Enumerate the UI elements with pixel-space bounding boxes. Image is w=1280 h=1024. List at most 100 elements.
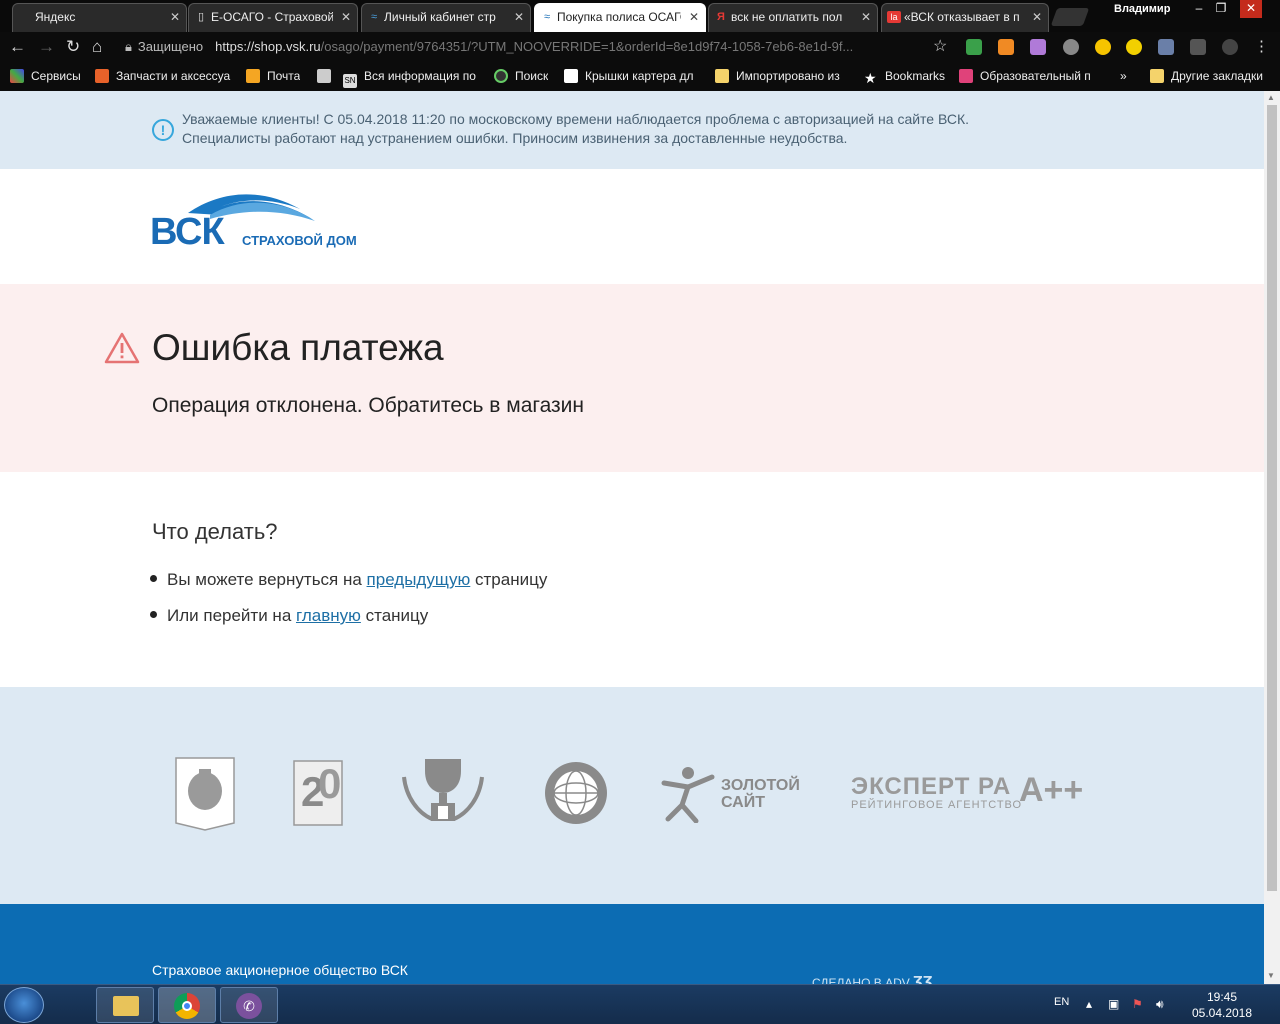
scrollbar-thumb[interactable]: [1267, 105, 1277, 891]
network-icon[interactable]: ▣: [1108, 997, 1119, 1011]
scroll-down-icon[interactable]: ▼: [1267, 971, 1275, 980]
reload-icon[interactable]: ↻: [66, 36, 80, 58]
url-host: https://shop.vsk.ru: [215, 39, 321, 54]
notice-line-1: Уважаемые клиенты! С 05.04.2018 11:20 по…: [182, 111, 970, 127]
mail-extension-icon[interactable]: [1158, 39, 1174, 55]
folder-icon: [113, 996, 139, 1016]
made-by-credit[interactable]: СДЕЛАНО В ADV ƷƷ: [812, 974, 933, 984]
restore-icon[interactable]: ❐: [1210, 0, 1232, 18]
chrome-taskbar-button[interactable]: [158, 987, 216, 1023]
option-text: станицу: [360, 606, 429, 625]
metro-icon[interactable]: [1126, 39, 1142, 55]
bookmark-services[interactable]: Сервисы: [10, 68, 81, 84]
made-by-text: СДЕЛАНО В ADV: [812, 976, 910, 984]
rating-badge: A++: [1019, 771, 1084, 809]
bookmark-computer[interactable]: [317, 68, 338, 84]
expert-ra-title: ЭКСПЕРТ РА: [851, 773, 1012, 800]
tab-yandex-search[interactable]: Я вск не оплатить пол ✕: [708, 3, 878, 32]
odnoklassniki-icon[interactable]: [998, 39, 1014, 55]
bookmark-mail[interactable]: Почта: [246, 68, 300, 84]
star-icon: ★: [864, 70, 877, 85]
show-hidden-icons[interactable]: ▴: [1086, 997, 1092, 1011]
parts-icon: [95, 69, 109, 83]
close-tab-icon[interactable]: ✕: [170, 4, 180, 30]
clock-date: 05.04.2018: [1191, 1006, 1253, 1020]
bookmark-parts[interactable]: Запчасти и аксессуа: [95, 68, 235, 84]
la-icon: la: [887, 11, 901, 23]
what-to-do-heading: Что делать?: [152, 519, 278, 544]
action-center-icon[interactable]: ⚑: [1132, 997, 1143, 1011]
error-message: Операция отклонена. Обратитесь в магазин: [152, 394, 585, 417]
tab-cabinet[interactable]: ≈ Личный кабинет стр ✕: [361, 3, 531, 32]
tab-purchase-osago[interactable]: ≈ Покупка полиса ОСАГО ✕: [534, 3, 706, 32]
close-tab-icon[interactable]: ✕: [689, 4, 699, 30]
tab-title: «ВСК отказывает в п: [904, 10, 1020, 24]
close-tab-icon[interactable]: ✕: [861, 4, 871, 30]
bookmark-crankcase[interactable]: Крышки картера дл: [564, 68, 704, 84]
forward-icon[interactable]: →: [38, 36, 55, 58]
option-go-home: Или перейти на главную станицу: [150, 605, 428, 627]
option-text: Или перейти на: [167, 606, 296, 625]
option-text: страницу: [470, 570, 548, 589]
golden-site-figure-icon: [661, 767, 715, 823]
windows-taskbar: ✆ EN ▴ ▣ ⚑ 🔊︎ 19:45 05.04.2018: [0, 984, 1280, 1024]
menu-icon[interactable]: ⋮: [1254, 36, 1269, 58]
bookmarks-bar: Сервисы Запчасти и аксессуа Почта SN Вся …: [0, 62, 1280, 91]
previous-page-link[interactable]: предыдущую: [367, 570, 471, 589]
home-icon[interactable]: ⌂: [92, 36, 102, 58]
weather-icon[interactable]: [1095, 39, 1111, 55]
profile-name[interactable]: Владимир: [1114, 0, 1170, 18]
close-tab-icon[interactable]: ✕: [514, 4, 524, 30]
extension-icon[interactable]: [1222, 39, 1238, 55]
extension-icon[interactable]: [1063, 39, 1079, 55]
bookmark-label: Bookmarks: [885, 69, 946, 83]
new-tab-button[interactable]: [1050, 8, 1090, 26]
address-bar[interactable]: 🔒︎ Защищено https://shop.vsk.ru/osago/paym…: [125, 36, 925, 58]
notice-banner: ! Уважаемые клиенты! С 05.04.2018 11:20 …: [0, 91, 1264, 169]
tab-yandex[interactable]: Яндекс ✕: [12, 3, 187, 32]
volume-icon[interactable]: 🔊︎: [1156, 997, 1164, 1012]
extension-icon[interactable]: [966, 39, 982, 55]
explorer-taskbar-button[interactable]: [96, 987, 154, 1023]
language-indicator[interactable]: EN: [1054, 996, 1069, 1008]
bookmark-label: Запчасти и аксессуа: [116, 69, 231, 83]
vsk-logo[interactable]: ВСК СТРАХОВОЙ ДОМ: [150, 189, 380, 258]
security-label: Защищено: [137, 39, 204, 54]
mail-icon: [246, 69, 260, 83]
start-button[interactable]: [4, 987, 44, 1023]
minimize-icon[interactable]: ‒: [1188, 0, 1210, 18]
viber-icon: ✆: [236, 993, 262, 1019]
bookmark-label: Сервисы: [31, 69, 81, 83]
golden-site-line-1: ЗОЛОТОЙ: [721, 777, 800, 794]
computer-icon: [317, 69, 331, 83]
close-window-icon[interactable]: ✕: [1240, 0, 1262, 18]
vsk-icon: ≈: [370, 11, 378, 23]
bookmarks-overflow-button[interactable]: »: [1120, 68, 1127, 84]
back-icon[interactable]: ←: [9, 36, 26, 58]
tab-title: Покупка полиса ОСАГО: [557, 10, 681, 24]
folder-icon: [1150, 69, 1164, 83]
system-clock[interactable]: 19:45 05.04.2018: [1182, 989, 1262, 1021]
viber-taskbar-button[interactable]: ✆: [220, 987, 278, 1023]
page-scrollbar[interactable]: ▲ ▼: [1264, 91, 1280, 984]
bookmark-star-icon[interactable]: ☆: [933, 36, 947, 56]
tab-title: Е-ОСАГО - Страховой: [211, 10, 333, 24]
scroll-up-icon[interactable]: ▲: [1267, 93, 1275, 102]
close-tab-icon[interactable]: ✕: [341, 4, 351, 30]
bookmark-imported[interactable]: Импортировано из: [715, 68, 855, 84]
home-page-link[interactable]: главную: [296, 606, 361, 625]
other-bookmarks[interactable]: Другие закладки: [1150, 68, 1263, 84]
close-tab-icon[interactable]: ✕: [1032, 4, 1042, 30]
bookmark-education[interactable]: Образовательный п: [959, 68, 1099, 84]
parts-icon: [564, 69, 578, 83]
bookmark-all-info[interactable]: SN Вся информация по: [343, 68, 483, 88]
warning-icon: [104, 332, 140, 364]
browser-toolbar: ← → ↻ ⌂ 🔒︎ Защищено https://shop.vsk.ru/os…: [0, 32, 1280, 62]
bookmark-search[interactable]: Поиск: [494, 68, 548, 84]
bookmark-bookmarks[interactable]: ★ Bookmarks: [864, 68, 945, 85]
extension-icon[interactable]: [1030, 39, 1046, 55]
tab-eosago[interactable]: ▯ Е-ОСАГО - Страховой ✕: [188, 3, 358, 32]
bookmark-label: Импортировано из: [736, 69, 840, 83]
extension-icon[interactable]: [1190, 39, 1206, 55]
tab-vsk-refuses[interactable]: la «ВСК отказывает в п ✕: [881, 3, 1049, 32]
